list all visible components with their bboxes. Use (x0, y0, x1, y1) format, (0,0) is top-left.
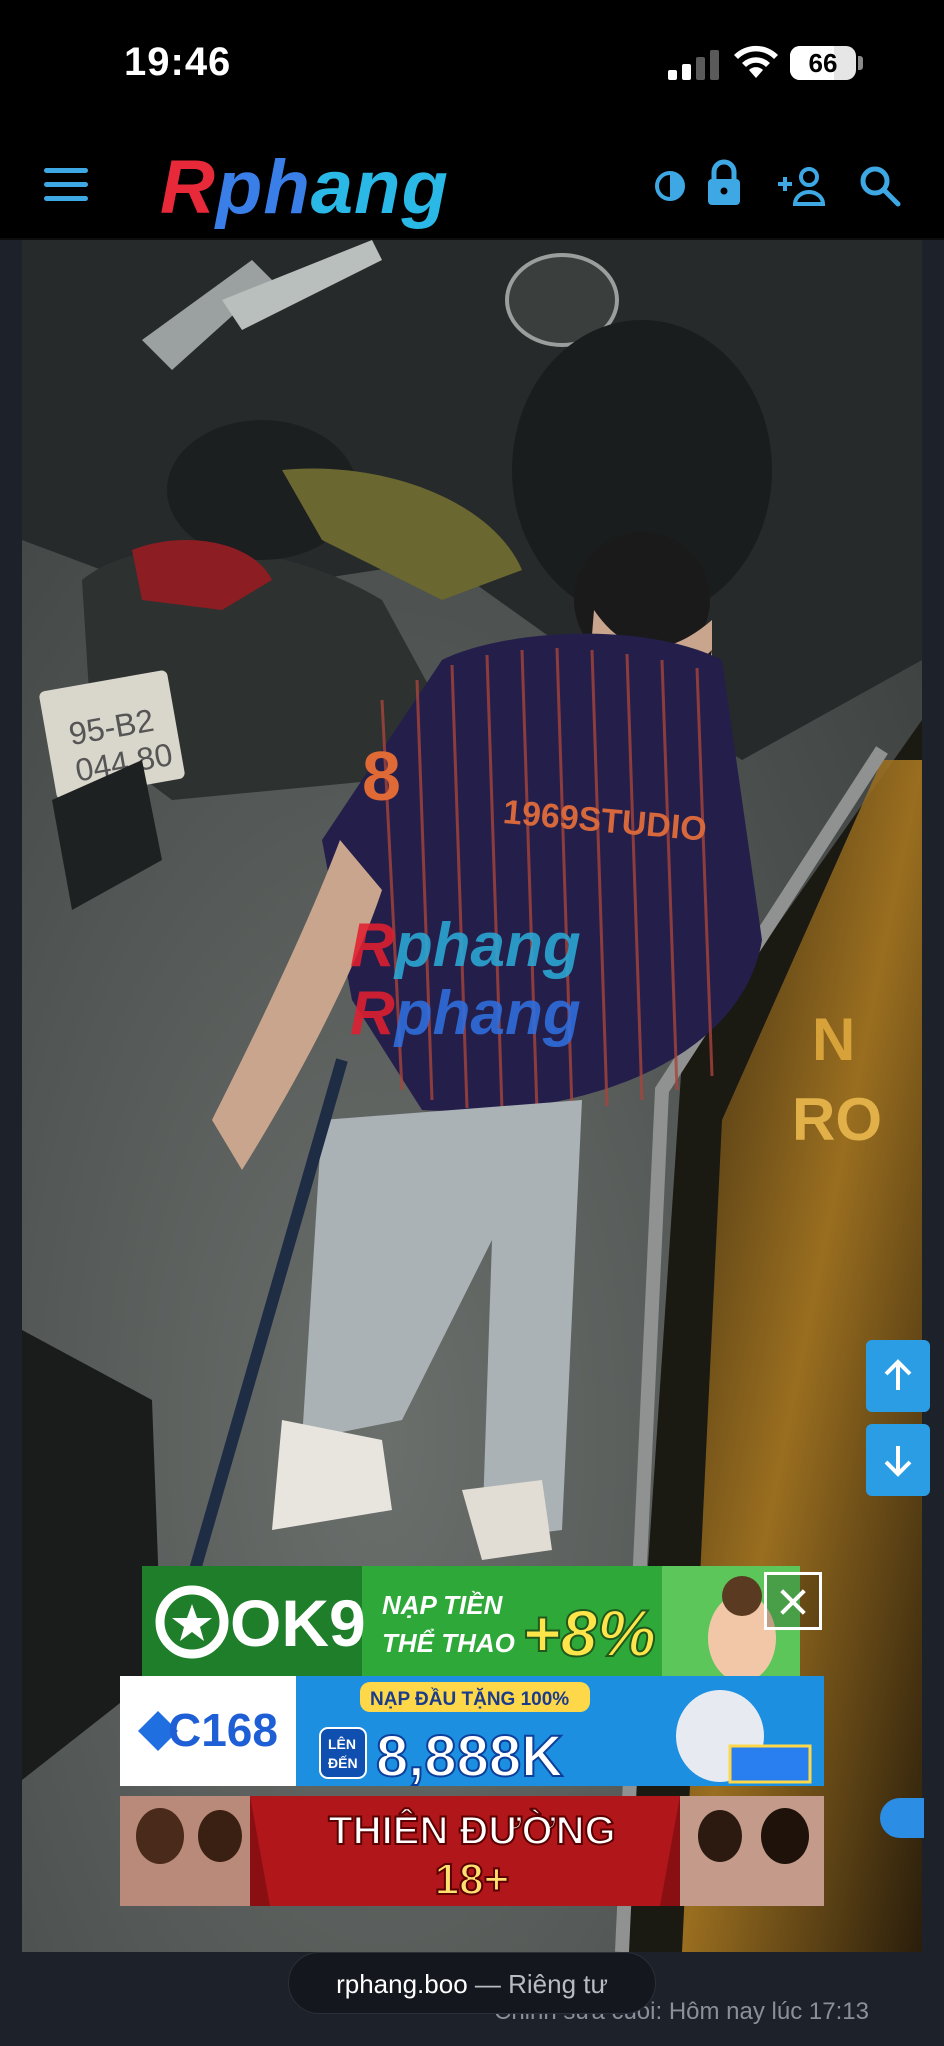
scroll-bottom-button[interactable] (866, 1424, 930, 1496)
ad-c168-brand: C168 (168, 1704, 278, 1756)
ad-ok9-line2: THỂ THAO (382, 1628, 515, 1658)
battery-indicator: 66 (790, 46, 856, 80)
ad-c168-prefix-2: ĐẾN (328, 1755, 358, 1771)
url-domain: rphang.boo (336, 1969, 468, 1999)
ad-thien-line1: THIÊN ĐƯỜNG (328, 1807, 615, 1853)
svg-text:N: N (812, 1006, 855, 1073)
browser-url-bar[interactable]: rphang.boo — Riêng tư (288, 1952, 656, 2014)
cellular-signal-icon (668, 50, 719, 80)
ad-ok9-bonus: +8% (522, 1596, 656, 1670)
svg-text:RO: RO (792, 1086, 882, 1153)
screen: 19:46 66 Rphang 95-B2 044.80 N RO 1969ST… (0, 0, 944, 2046)
arrow-up-icon (884, 1359, 912, 1390)
lock-icon[interactable] (702, 158, 746, 208)
ad-ok9-brand: OK9 (230, 1586, 366, 1660)
svg-text:8: 8 (362, 737, 401, 815)
ad-banner-c168[interactable]: C168 NẠP ĐẦU TẶNG 100% LÊN ĐẾN 8,888K (120, 1676, 824, 1786)
chat-bubble-icon[interactable] (880, 1798, 924, 1838)
ad-banner-ok9[interactable]: OK9 NẠP TIỀN THỂ THAO +8% (142, 1566, 800, 1676)
url-separator: — (467, 1969, 509, 1999)
scroll-top-button[interactable] (866, 1340, 930, 1412)
battery-percent: 66 (808, 48, 838, 78)
url-private-mode: Riêng tư (508, 1969, 608, 1999)
status-time: 19:46 (124, 40, 232, 84)
contrast-icon[interactable] (648, 164, 692, 208)
ad-c168-amount: 8,888K (376, 1724, 563, 1786)
ad-c168-promo: NẠP ĐẦU TẶNG 100% (370, 1688, 569, 1710)
site-header: Rphang (0, 130, 944, 240)
wifi-icon (734, 45, 778, 78)
ad-c168-prefix-1: LÊN (328, 1735, 356, 1752)
ad-banner-thien-duong[interactable]: THIÊN ĐƯỜNG 18+ (120, 1796, 824, 1906)
ad-ok9-line1: NẠP TIỀN (382, 1590, 504, 1620)
menu-icon[interactable] (44, 168, 88, 202)
watermark-text-1: Rphang (350, 911, 581, 980)
battery-nub (858, 56, 863, 70)
arrow-down-icon (884, 1446, 912, 1477)
site-logo[interactable]: Rphang (160, 144, 449, 231)
add-user-icon[interactable] (776, 164, 828, 208)
ad-close-button[interactable] (764, 1572, 822, 1630)
status-bar: 19:46 66 (0, 0, 944, 130)
search-icon[interactable] (858, 164, 902, 208)
ad-thien-line2: 18+ (435, 1855, 510, 1904)
watermark-text-2: Rphang (350, 979, 581, 1048)
